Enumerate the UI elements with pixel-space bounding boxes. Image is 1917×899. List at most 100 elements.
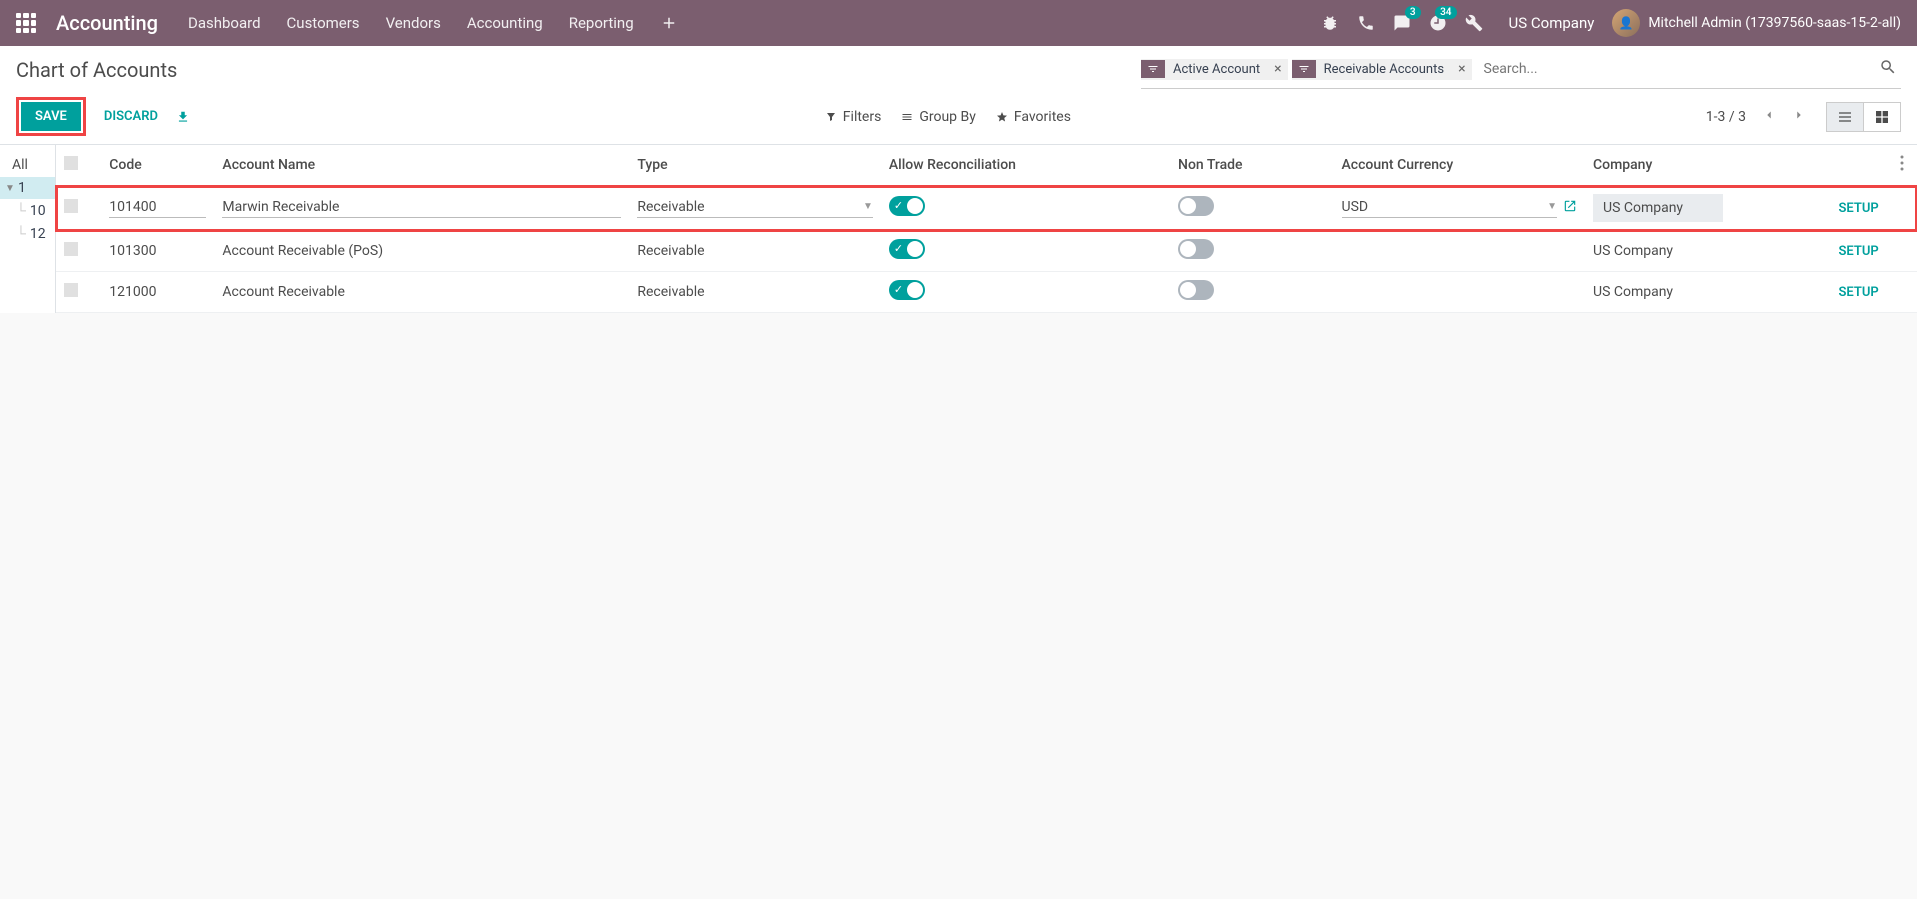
groupby-label: Group By — [919, 109, 976, 125]
col-currency[interactable]: Account Currency — [1334, 145, 1585, 186]
pager-next-icon[interactable] — [1788, 104, 1810, 130]
table-row[interactable]: 101300 Account Receivable (PoS) Receivab… — [56, 231, 1917, 272]
setup-button[interactable]: SETUP — [1839, 285, 1879, 300]
toggle-on[interactable]: ✓ — [889, 280, 925, 300]
sidebar-item-10[interactable]: └ 10 — [0, 199, 55, 222]
cell-type: Receivable — [629, 231, 880, 272]
cell-company[interactable]: US Company — [1585, 186, 1786, 231]
app-brand[interactable]: Accounting — [56, 11, 158, 35]
download-icon[interactable] — [176, 110, 190, 124]
select-all-checkbox[interactable] — [64, 156, 78, 170]
row-checkbox[interactable] — [64, 242, 78, 256]
nav-right: 3 34 US Company 👤 Mitchell Admin (173975… — [1321, 9, 1901, 37]
setup-button[interactable]: SETUP — [1839, 201, 1879, 216]
sidebar-item-12[interactable]: └ 12 — [0, 222, 55, 245]
filter-icon — [1141, 60, 1165, 78]
company-input[interactable]: US Company — [1593, 194, 1723, 222]
toggle-off[interactable]: ✕ — [1178, 196, 1214, 216]
main-content: All ▼ 1 └ 10 └ 12 Code Account Name Type… — [0, 145, 1917, 313]
cell-nontrade: ✕ — [1170, 231, 1333, 272]
facet-close-icon[interactable]: × — [1268, 61, 1287, 77]
toggle-on[interactable]: ✓ — [889, 196, 925, 216]
cell-currency — [1334, 231, 1585, 272]
currency-select[interactable]: USD▼ — [1342, 199, 1557, 218]
facet-label: Active Account — [1165, 59, 1268, 80]
user-name: Mitchell Admin (17397560-saas-15-2-all) — [1648, 15, 1901, 31]
favorites-dropdown[interactable]: Favorites — [996, 109, 1071, 125]
cell-nontrade: ✕ — [1170, 272, 1333, 313]
nav-vendors[interactable]: Vendors — [386, 14, 441, 32]
search-facet-receivable: Receivable Accounts × — [1292, 59, 1472, 80]
col-nontrade[interactable]: Non Trade — [1170, 145, 1333, 186]
cell-code[interactable]: 101400 — [101, 186, 214, 231]
search-facet-active: Active Account × — [1141, 59, 1288, 80]
facet-close-icon[interactable]: × — [1452, 61, 1471, 77]
view-switcher — [1826, 102, 1901, 132]
tree-pipe-icon: └ — [16, 202, 26, 219]
facet-label: Receivable Accounts — [1316, 59, 1452, 80]
col-type[interactable]: Type — [629, 145, 880, 186]
bug-icon[interactable] — [1321, 14, 1339, 32]
user-menu[interactable]: 👤 Mitchell Admin (17397560-saas-15-2-all… — [1612, 9, 1901, 37]
cell-currency[interactable]: USD▼ — [1334, 186, 1585, 231]
toggle-off[interactable]: ✕ — [1178, 280, 1214, 300]
sidebar-item-label: 1 — [16, 180, 26, 196]
phone-icon[interactable] — [1357, 14, 1375, 32]
cell-code: 121000 — [101, 272, 214, 313]
cell-type[interactable]: Receivable▼ — [629, 186, 880, 231]
toggle-on[interactable]: ✓ — [889, 239, 925, 259]
nav-menu: Dashboard Customers Vendors Accounting R… — [188, 14, 1321, 32]
tools-icon[interactable] — [1465, 14, 1483, 32]
external-link-icon[interactable] — [1563, 199, 1577, 217]
cell-currency — [1334, 272, 1585, 313]
groupby-dropdown[interactable]: Group By — [901, 109, 976, 125]
col-name[interactable]: Account Name — [214, 145, 629, 186]
plus-icon[interactable] — [660, 14, 678, 32]
chevron-down-icon: ▼ — [1547, 201, 1557, 212]
nav-reporting[interactable]: Reporting — [569, 14, 634, 32]
row-checkbox[interactable] — [64, 199, 78, 213]
filter-icon — [1292, 60, 1316, 78]
clock-icon[interactable]: 34 — [1429, 14, 1447, 32]
nav-dashboard[interactable]: Dashboard — [188, 14, 261, 32]
options-icon[interactable] — [1900, 159, 1904, 175]
search-icon[interactable] — [1875, 54, 1901, 84]
type-select[interactable]: Receivable▼ — [637, 199, 872, 218]
col-recon[interactable]: Allow Reconciliation — [881, 145, 1170, 186]
cell-nontrade: ✕ — [1170, 186, 1333, 231]
name-input[interactable]: Marwin Receivable — [222, 199, 621, 218]
favorites-label: Favorites — [1014, 109, 1071, 125]
chat-icon[interactable]: 3 — [1393, 14, 1411, 32]
cell-name[interactable]: Marwin Receivable — [214, 186, 629, 231]
cell-recon: ✓ — [881, 231, 1170, 272]
search-box[interactable]: Active Account × Receivable Accounts × — [1141, 54, 1901, 89]
apps-launcher-icon[interactable] — [16, 13, 36, 33]
tree-sidebar: All ▼ 1 └ 10 └ 12 — [0, 145, 56, 313]
table-row[interactable]: 121000 Account Receivable Receivable ✓ ✕… — [56, 272, 1917, 313]
pager-prev-icon[interactable] — [1758, 104, 1780, 130]
accounts-table: Code Account Name Type Allow Reconciliat… — [56, 145, 1917, 313]
cell-company: US Company — [1585, 272, 1786, 313]
save-button[interactable]: SAVE — [21, 102, 81, 131]
cell-recon: ✓ — [881, 186, 1170, 231]
col-company[interactable]: Company — [1585, 145, 1786, 186]
toggle-off[interactable]: ✕ — [1178, 239, 1214, 259]
page-title: Chart of Accounts — [16, 54, 177, 82]
col-code[interactable]: Code — [101, 145, 214, 186]
code-input[interactable]: 101400 — [109, 199, 206, 218]
company-selector[interactable]: US Company — [1509, 14, 1595, 32]
cell-type: Receivable — [629, 272, 880, 313]
list-view-icon[interactable] — [1826, 102, 1863, 132]
table-row[interactable]: 101400 Marwin Receivable Receivable▼ ✓ ✕… — [56, 186, 1917, 231]
filters-dropdown[interactable]: Filters — [825, 109, 882, 125]
kanban-view-icon[interactable] — [1863, 102, 1901, 132]
discard-button[interactable]: DISCARD — [96, 103, 166, 130]
sidebar-item-1[interactable]: ▼ 1 — [0, 177, 55, 199]
setup-button[interactable]: SETUP — [1839, 244, 1879, 259]
row-checkbox[interactable] — [64, 283, 78, 297]
sidebar-all[interactable]: All — [0, 153, 55, 177]
search-input[interactable] — [1476, 57, 1875, 81]
nav-accounting[interactable]: Accounting — [467, 14, 543, 32]
table-header-row: Code Account Name Type Allow Reconciliat… — [56, 145, 1917, 186]
nav-customers[interactable]: Customers — [287, 14, 360, 32]
